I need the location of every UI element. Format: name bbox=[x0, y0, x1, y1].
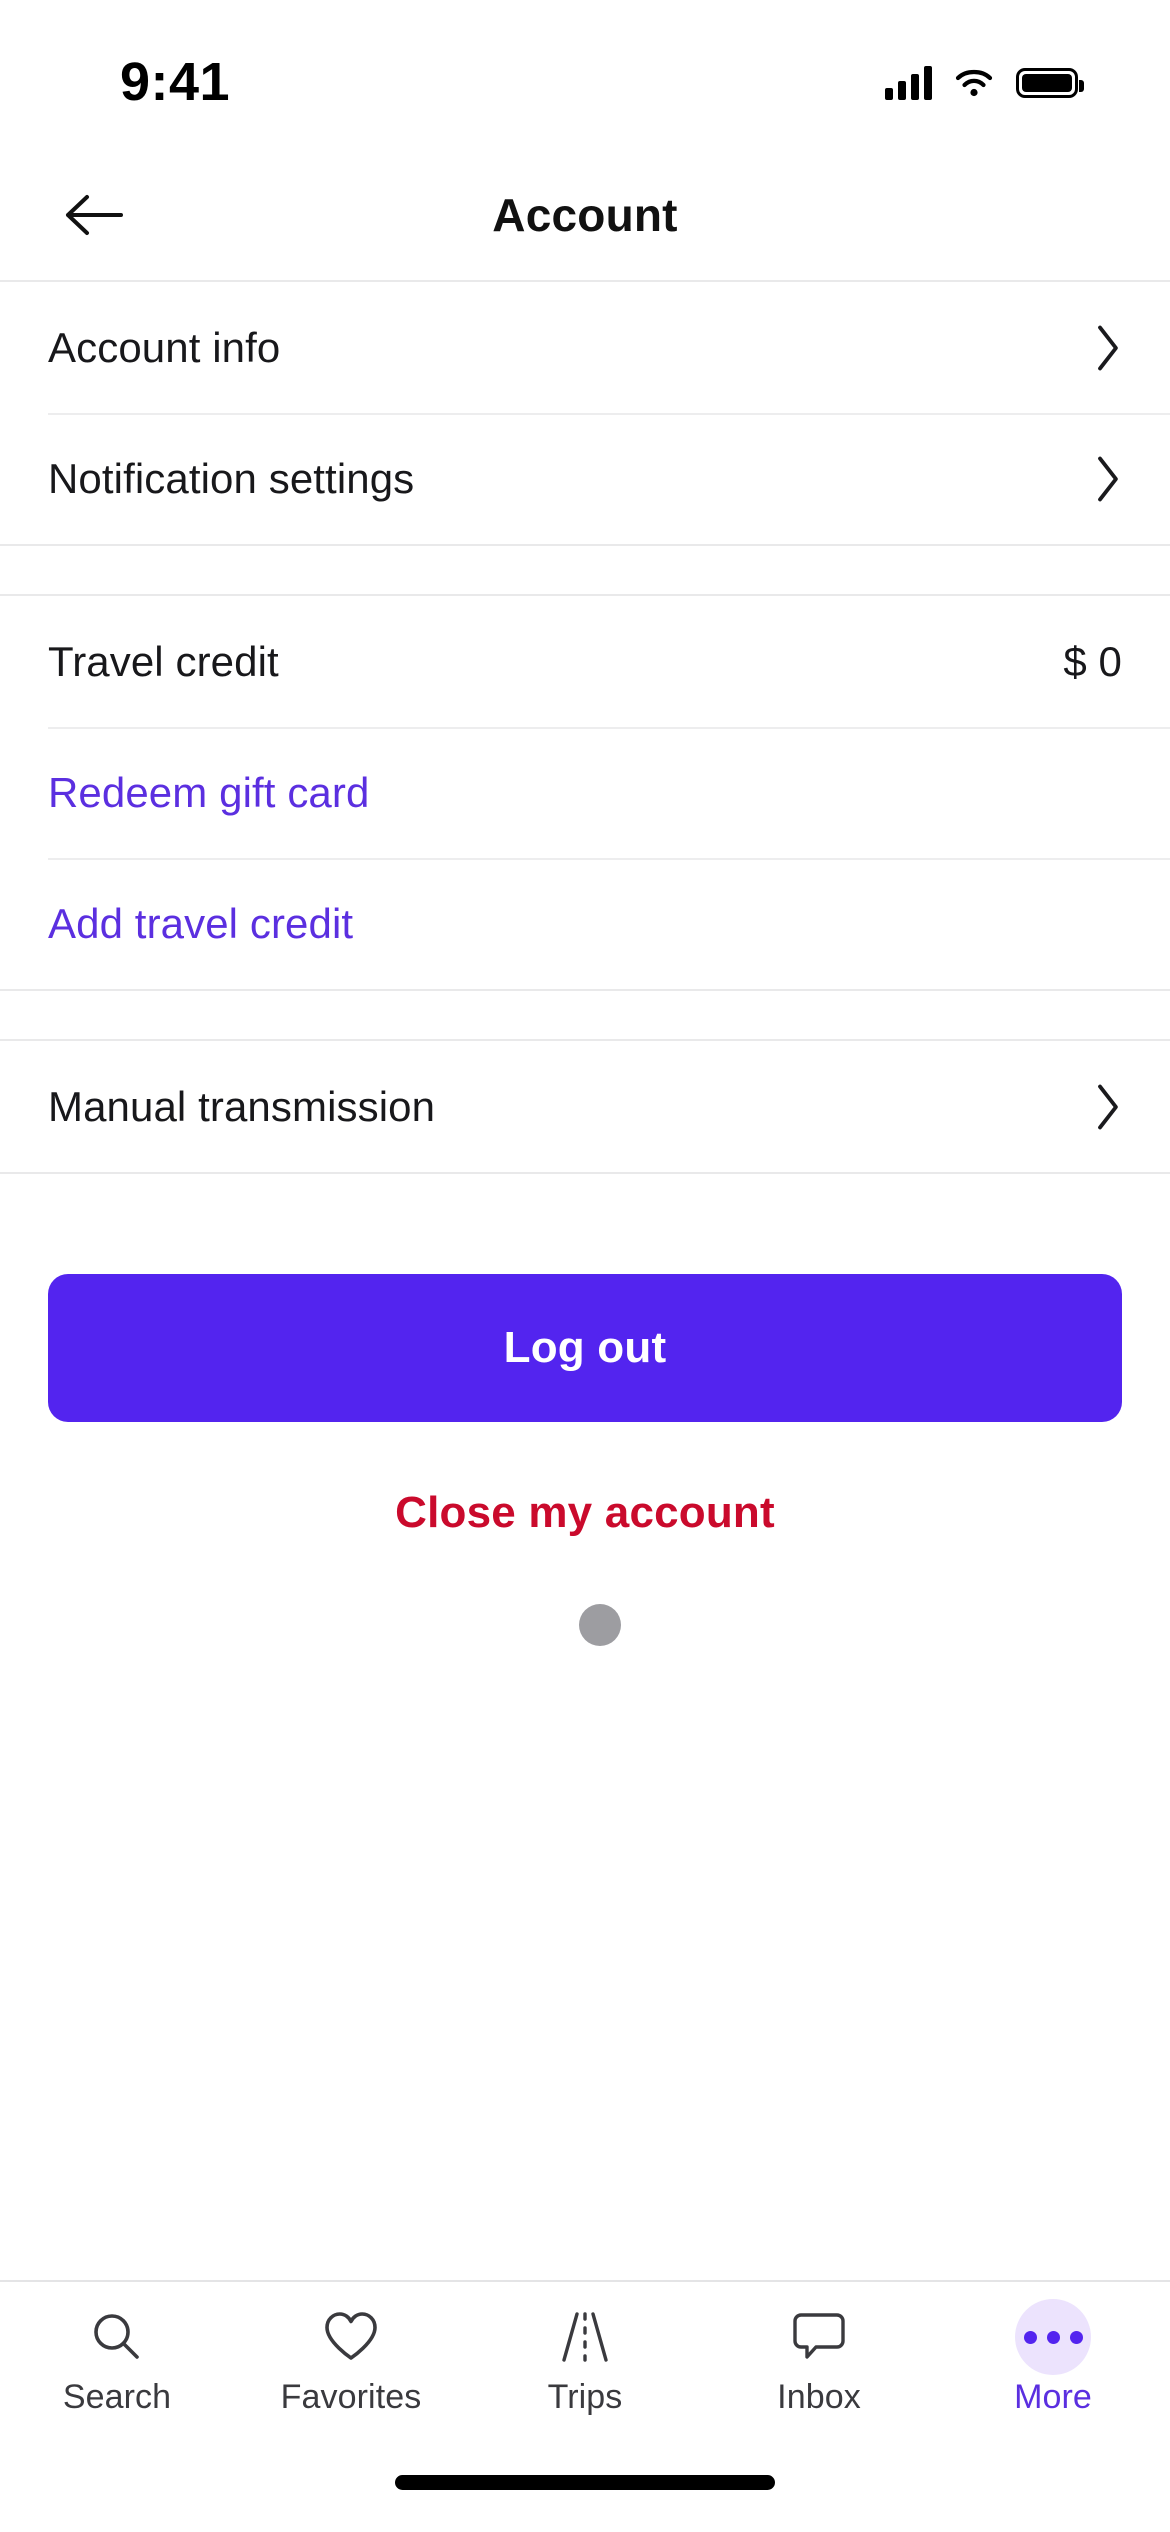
chevron-right-icon bbox=[1098, 456, 1118, 501]
tab-inbox[interactable]: Inbox bbox=[702, 2282, 936, 2417]
section-gap bbox=[0, 546, 1170, 594]
status-icons bbox=[885, 50, 1084, 100]
road-icon bbox=[556, 2306, 614, 2368]
row-notification-settings[interactable]: Notification settings bbox=[0, 413, 1170, 544]
chevron-right-icon bbox=[1098, 1084, 1118, 1129]
home-indicator-area bbox=[0, 2432, 1170, 2532]
bottom-tab-bar: Search Favorites Trips Inbox More bbox=[0, 2280, 1170, 2432]
nav-header: Account bbox=[0, 150, 1170, 280]
row-travel-credit: Travel credit $ 0 bbox=[0, 596, 1170, 727]
tab-label: Search bbox=[62, 2378, 172, 2416]
row-label: Redeem gift card bbox=[48, 768, 370, 816]
tab-favorites[interactable]: Favorites bbox=[234, 2282, 468, 2417]
loading-indicator bbox=[48, 1604, 1122, 1646]
row-manual-transmission[interactable]: Manual transmission bbox=[0, 1041, 1170, 1172]
more-active-bubble bbox=[1015, 2299, 1091, 2375]
search-icon bbox=[88, 2306, 146, 2368]
back-arrow-icon bbox=[66, 195, 123, 235]
row-label: Account info bbox=[48, 323, 281, 371]
close-account-button[interactable]: Close my account bbox=[48, 1488, 1122, 1538]
actions-area: Log out Close my account bbox=[0, 1174, 1170, 1646]
grey-dot-indicator bbox=[579, 1604, 621, 1646]
section-travel-credit: Travel credit $ 0 Redeem gift card Add t… bbox=[0, 594, 1170, 991]
tab-label: Trips bbox=[547, 2378, 623, 2416]
tab-label: More bbox=[1014, 2378, 1092, 2416]
page-title: Account bbox=[492, 189, 678, 241]
tab-search[interactable]: Search bbox=[0, 2282, 234, 2417]
section-gap bbox=[0, 991, 1170, 1039]
status-bar: 9:41 bbox=[0, 0, 1170, 150]
battery-full-icon bbox=[1016, 68, 1084, 98]
status-time: 9:41 bbox=[120, 52, 231, 112]
row-label: Travel credit bbox=[48, 637, 279, 685]
row-account-info[interactable]: Account info bbox=[0, 282, 1170, 413]
settings-content: Account info Notification settings Trave… bbox=[0, 280, 1170, 2280]
chat-bubble-icon bbox=[790, 2306, 848, 2368]
tab-label: Favorites bbox=[280, 2378, 422, 2416]
row-label: Add travel credit bbox=[48, 899, 354, 947]
section-preferences: Manual transmission bbox=[0, 1039, 1170, 1174]
logout-button[interactable]: Log out bbox=[48, 1274, 1122, 1422]
row-label: Notification settings bbox=[48, 454, 415, 502]
row-redeem-gift-card[interactable]: Redeem gift card bbox=[0, 727, 1170, 858]
row-add-travel-credit[interactable]: Add travel credit bbox=[0, 858, 1170, 989]
ellipsis-icon bbox=[1015, 2299, 1091, 2375]
heart-icon bbox=[322, 2306, 380, 2368]
wifi-icon bbox=[955, 69, 993, 97]
row-label: Manual transmission bbox=[48, 1082, 436, 1130]
section-account: Account info Notification settings bbox=[0, 280, 1170, 546]
chevron-right-icon bbox=[1098, 325, 1118, 370]
phone-screen: 9:41 Account Account info Notification s… bbox=[0, 0, 1170, 2532]
tab-label: Inbox bbox=[777, 2378, 861, 2416]
tab-more[interactable]: More bbox=[936, 2282, 1170, 2417]
signal-bars-icon bbox=[885, 66, 932, 100]
back-button[interactable] bbox=[58, 179, 130, 251]
tab-trips[interactable]: Trips bbox=[468, 2282, 702, 2417]
travel-credit-value: $ 0 bbox=[1063, 637, 1122, 685]
home-indicator-bar[interactable] bbox=[395, 2474, 775, 2490]
